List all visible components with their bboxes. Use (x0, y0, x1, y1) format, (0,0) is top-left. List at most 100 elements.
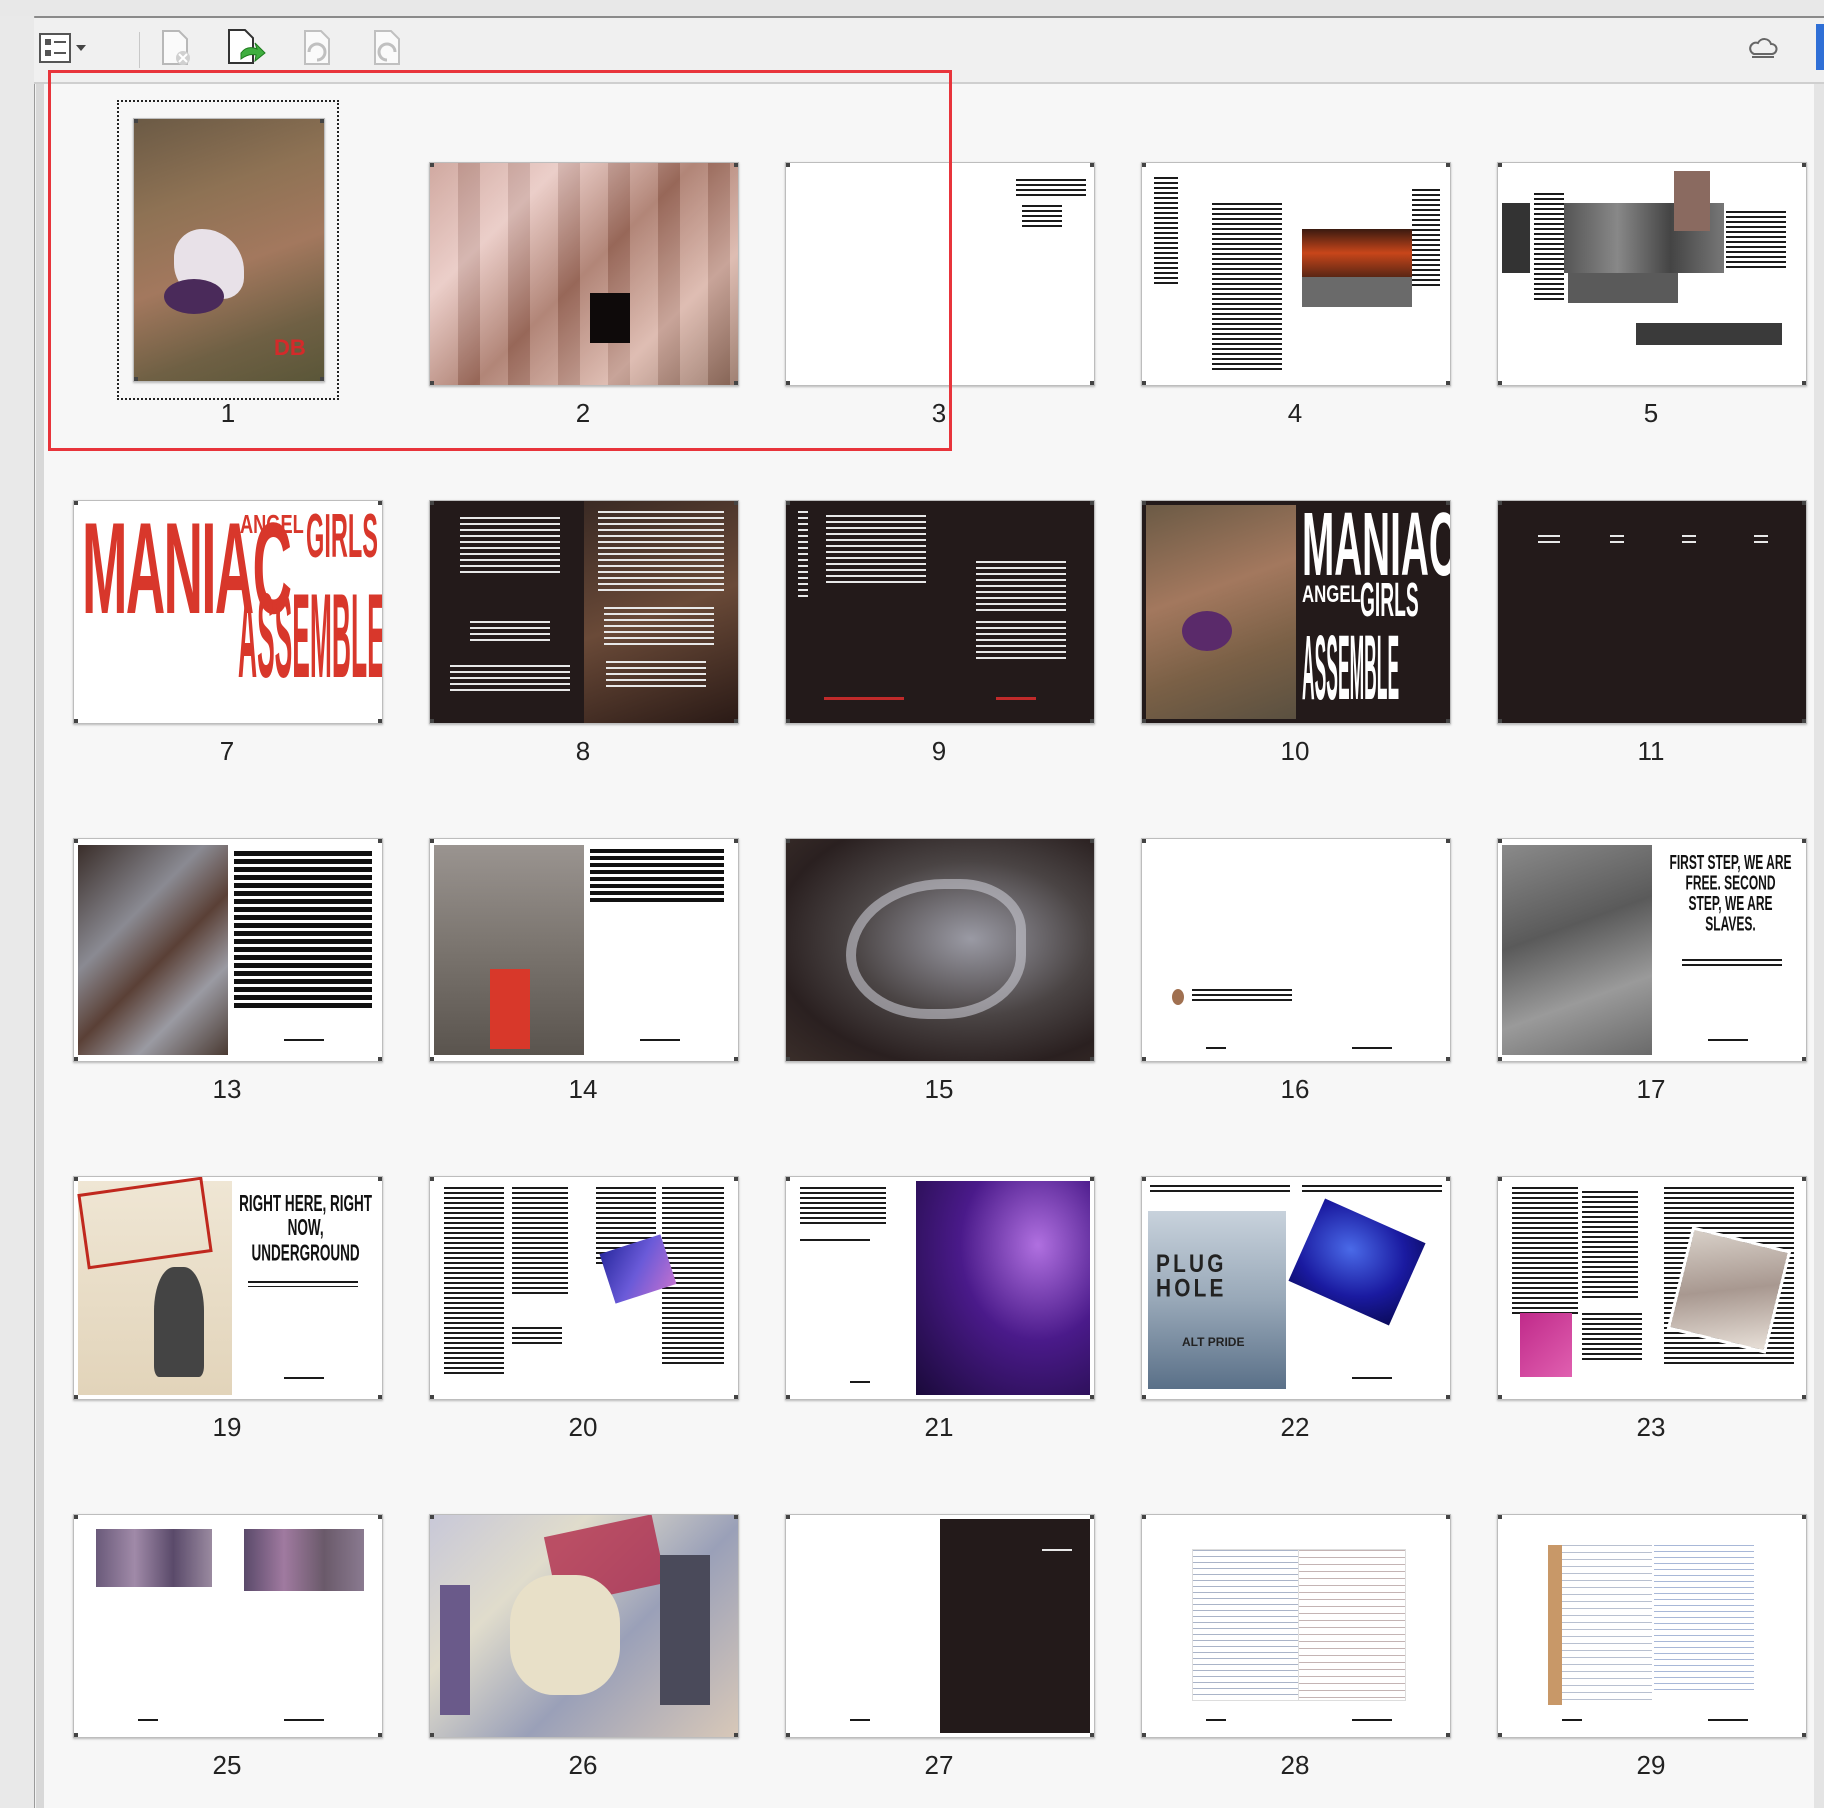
thumbnail-options-button[interactable] (36, 28, 92, 68)
page-image (96, 1529, 212, 1587)
page-thumbnail-28[interactable] (1141, 1514, 1451, 1738)
text-block (826, 515, 926, 585)
vertical-scrollbar[interactable] (1814, 84, 1824, 1808)
page-corner-mark (378, 1733, 382, 1737)
page-thumbnail-17[interactable]: FIRST STEP, WE ARE FREE. SECOND STEP, WE… (1497, 838, 1807, 1062)
page-corner-mark (1802, 839, 1806, 843)
page-number: 11 (1637, 736, 1665, 766)
page-number: 22 (1280, 1412, 1310, 1442)
text-block (976, 561, 1066, 611)
insert-page-button[interactable] (222, 28, 268, 68)
page-thumbnail-13[interactable] (73, 838, 383, 1062)
page-image (1520, 1313, 1572, 1377)
page-number: 17 (1636, 1074, 1666, 1104)
page-corner-mark (734, 501, 738, 505)
page-thumbnail-26[interactable] (429, 1514, 739, 1738)
panel-splitter[interactable] (36, 84, 44, 1808)
page-thumbnail-11[interactable] (1497, 500, 1807, 724)
page-heading: MANIAC (1302, 500, 1451, 595)
page-image (1182, 611, 1232, 651)
page-corner-mark (1498, 1177, 1502, 1181)
rotate-clockwise-button[interactable] (364, 28, 410, 68)
page-image (1636, 323, 1782, 345)
page-thumbnail-14[interactable] (429, 838, 739, 1062)
page-corner-mark (734, 1057, 738, 1061)
page-thumbnail-9[interactable] (785, 500, 1095, 724)
page-image (1502, 203, 1530, 273)
text-block (234, 851, 372, 1011)
page-corner-mark (74, 719, 78, 723)
rotate-counterclockwise-button[interactable] (292, 28, 338, 68)
page-corner-mark (378, 1395, 382, 1399)
page-thumbnail-10[interactable]: MANIAC ANGEL GIRLS ASSEMBLE (1141, 500, 1451, 724)
text-block (1412, 189, 1440, 289)
page-corner-mark (430, 1395, 434, 1399)
page-number: 26 (568, 1750, 598, 1780)
page-heading: RIGHT HERE, RIGHT NOW, UNDERGROUND (239, 1189, 373, 1266)
delete-page-button[interactable] (152, 28, 198, 68)
page-thumbnail-20[interactable] (429, 1176, 739, 1400)
page-thumbnail-16[interactable] (1141, 838, 1451, 1062)
text-block (798, 511, 808, 601)
page-thumbnail-5[interactable] (1497, 162, 1807, 386)
page-corner-mark (1446, 163, 1450, 167)
page-thumbnail-22[interactable]: PLUG HOLE ALT PRIDE (1141, 1176, 1451, 1400)
page-corner-mark (430, 1177, 434, 1181)
page-corner-mark (1802, 1733, 1806, 1737)
page-image (244, 1529, 364, 1591)
rotate-cw-icon (374, 30, 400, 65)
text-block (1192, 989, 1292, 1003)
page-corner-mark (430, 1733, 434, 1737)
page-thumbnail-7[interactable]: MANIAC ANGEL GIRLS ASSEMBLE (73, 500, 383, 724)
page-corner-mark (74, 1395, 78, 1399)
page-corner-mark (430, 1057, 434, 1061)
page-thumbnail-29[interactable] (1497, 1514, 1807, 1738)
page-corner-mark (1498, 1395, 1502, 1399)
page-thumbnail-21[interactable] (785, 1176, 1095, 1400)
text-block (284, 1039, 324, 1043)
page-thumbnail-4[interactable] (1141, 162, 1451, 386)
page-number: 28 (1280, 1750, 1310, 1780)
text-block (248, 1281, 358, 1287)
page-thumbnail-27[interactable] (785, 1514, 1095, 1738)
text-block (470, 621, 550, 645)
page-corner-mark (1446, 1395, 1450, 1399)
text-block (1610, 535, 1624, 547)
page-heading: ANGEL (1302, 581, 1361, 608)
page-number: 10 (1280, 736, 1310, 766)
text-block (800, 1187, 886, 1227)
page-corner-mark (1802, 1057, 1806, 1061)
page-corner-mark (1498, 381, 1502, 385)
page-number: 29 (1636, 1750, 1666, 1780)
page-number: 13 (212, 1074, 242, 1104)
cloud-button[interactable] (1740, 28, 1786, 68)
text-block (800, 1239, 870, 1243)
page-corner-mark (786, 501, 790, 505)
page-thumbnail-23[interactable] (1497, 1176, 1807, 1400)
page-thumbnail-19[interactable]: RIGHT HERE, RIGHT NOW, UNDERGROUND (73, 1176, 383, 1400)
page-heading: ASSEMBLE (1302, 617, 1400, 719)
page-image (1654, 1545, 1754, 1695)
page-corner-mark (378, 1177, 382, 1181)
page-corner-mark (74, 1057, 78, 1061)
text-block (1206, 1719, 1226, 1723)
page-corner-mark (1498, 839, 1502, 843)
text-block (1682, 535, 1696, 547)
page-corner-mark (786, 1057, 790, 1061)
page-number: 14 (568, 1074, 598, 1104)
page-number: 7 (219, 736, 235, 766)
page-image (1302, 229, 1412, 277)
page-thumbnail-25[interactable] (73, 1514, 383, 1738)
page-corner-mark (734, 1395, 738, 1399)
page-thumbnail-8[interactable] (429, 500, 739, 724)
text-block (976, 621, 1066, 661)
text-block (850, 1381, 870, 1385)
selection-highlight (48, 70, 952, 451)
page-thumbnail-15[interactable] (785, 838, 1095, 1062)
page-corner-mark (378, 1057, 382, 1061)
page-corner-mark (430, 1515, 434, 1519)
text-block (1212, 203, 1282, 373)
text-block (1352, 1719, 1392, 1723)
page-corner-mark (1142, 1395, 1146, 1399)
page-corner-mark (74, 1177, 78, 1181)
